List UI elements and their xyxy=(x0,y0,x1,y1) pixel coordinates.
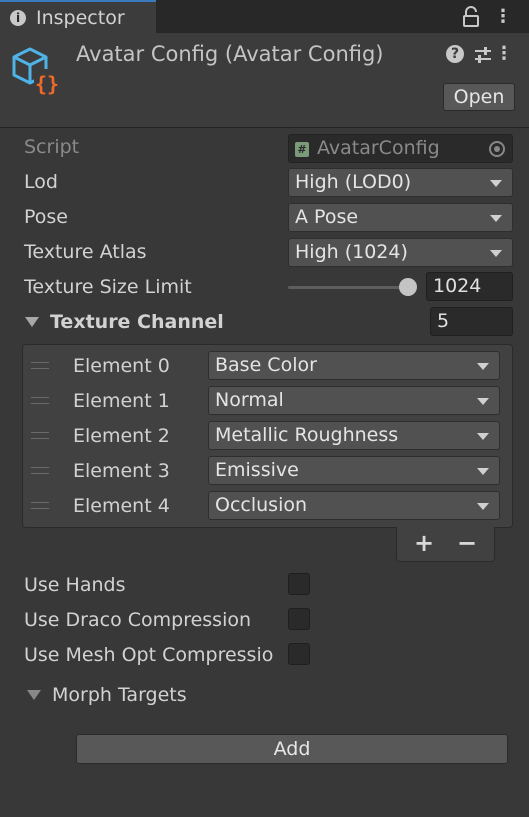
info-icon: i xyxy=(10,10,26,26)
use-hands-label: Use Hands xyxy=(24,574,126,596)
chevron-down-icon xyxy=(477,398,489,405)
remove-element-button[interactable]: − xyxy=(452,529,482,557)
scriptable-object-icon: {} xyxy=(12,47,60,96)
use-meshopt-label: Use Mesh Opt Compressio xyxy=(24,644,274,666)
chevron-down-icon xyxy=(490,180,502,187)
drag-handle-icon[interactable] xyxy=(31,432,49,439)
header-menu-icon[interactable]: ⋮ xyxy=(495,43,513,65)
element-label: Element 3 xyxy=(73,460,170,482)
element-label: Element 0 xyxy=(73,355,170,377)
element-value: Metallic Roughness xyxy=(215,424,399,446)
element-label: Element 2 xyxy=(73,425,170,447)
lod-value: High (LOD0) xyxy=(295,171,412,193)
texture-size-slider-thumb[interactable] xyxy=(399,278,417,296)
chevron-down-icon xyxy=(477,363,489,370)
drag-handle-icon[interactable] xyxy=(31,397,49,404)
lod-label: Lod xyxy=(24,171,58,193)
use-draco-label: Use Draco Compression xyxy=(24,609,252,631)
chevron-down-icon xyxy=(477,468,489,475)
script-label: Script xyxy=(24,136,80,158)
element-label: Element 1 xyxy=(73,390,170,412)
texture-size-slider-track[interactable] xyxy=(288,286,410,289)
use-meshopt-checkbox[interactable] xyxy=(288,643,310,665)
presets-icon[interactable] xyxy=(473,45,493,65)
use-draco-checkbox[interactable] xyxy=(288,608,310,630)
pose-dropdown[interactable]: A Pose xyxy=(288,203,513,232)
element-value: Occlusion xyxy=(215,494,308,516)
element-value: Emissive xyxy=(215,459,299,481)
asset-title: Avatar Config (Avatar Config) xyxy=(76,42,384,66)
open-button[interactable]: Open xyxy=(443,83,515,111)
element-value: Base Color xyxy=(215,354,317,376)
texture-channel-label[interactable]: Texture Channel xyxy=(50,311,224,333)
element-value: Normal xyxy=(215,389,284,411)
svg-text:{}: {} xyxy=(35,72,59,96)
element-dropdown[interactable]: Emissive xyxy=(208,456,500,485)
element-label: Element 4 xyxy=(73,495,170,517)
tab-menu-icon[interactable]: ⋮ xyxy=(494,6,512,28)
chevron-down-icon xyxy=(477,433,489,440)
element-dropdown[interactable]: Normal xyxy=(208,386,500,415)
foldout-expanded-icon[interactable] xyxy=(27,690,41,700)
texture-atlas-dropdown[interactable]: High (1024) xyxy=(288,238,513,267)
list-footer: + − xyxy=(396,527,495,562)
add-element-button[interactable]: + xyxy=(409,529,439,557)
script-value: AvatarConfig xyxy=(317,137,440,159)
element-dropdown[interactable]: Metallic Roughness xyxy=(208,421,500,450)
tab-inspector[interactable]: i Inspector xyxy=(0,0,156,33)
texture-size-input[interactable]: 1024 xyxy=(426,272,513,301)
texture-size-value: 1024 xyxy=(433,275,482,297)
texture-channel-size-value: 5 xyxy=(437,310,450,332)
lock-icon[interactable] xyxy=(462,6,480,28)
drag-handle-icon[interactable] xyxy=(31,362,49,369)
element-dropdown[interactable]: Base Color xyxy=(208,351,500,380)
morph-targets-label[interactable]: Morph Targets xyxy=(52,684,187,706)
chevron-down-icon xyxy=(490,215,502,222)
use-hands-checkbox[interactable] xyxy=(288,573,310,595)
morph-targets-add-button[interactable]: Add xyxy=(76,734,508,764)
drag-handle-icon[interactable] xyxy=(31,502,49,509)
script-file-icon: # xyxy=(295,142,309,157)
chevron-down-icon xyxy=(490,250,502,257)
pose-value: A Pose xyxy=(295,206,359,228)
chevron-down-icon xyxy=(477,503,489,510)
texture-atlas-value: High (1024) xyxy=(295,241,408,263)
lod-dropdown[interactable]: High (LOD0) xyxy=(288,168,513,197)
texture-size-limit-label: Texture Size Limit xyxy=(24,276,192,298)
help-icon[interactable]: ? xyxy=(446,45,464,63)
texture-atlas-label: Texture Atlas xyxy=(24,241,147,263)
drag-handle-icon[interactable] xyxy=(31,467,49,474)
element-dropdown[interactable]: Occlusion xyxy=(208,491,500,520)
object-picker-icon[interactable] xyxy=(489,141,505,157)
foldout-expanded-icon[interactable] xyxy=(25,317,39,327)
script-field[interactable]: # AvatarConfig xyxy=(288,134,513,163)
tab-label: Inspector xyxy=(36,7,125,29)
pose-label: Pose xyxy=(24,206,68,228)
texture-channel-size-input[interactable]: 5 xyxy=(430,307,513,336)
